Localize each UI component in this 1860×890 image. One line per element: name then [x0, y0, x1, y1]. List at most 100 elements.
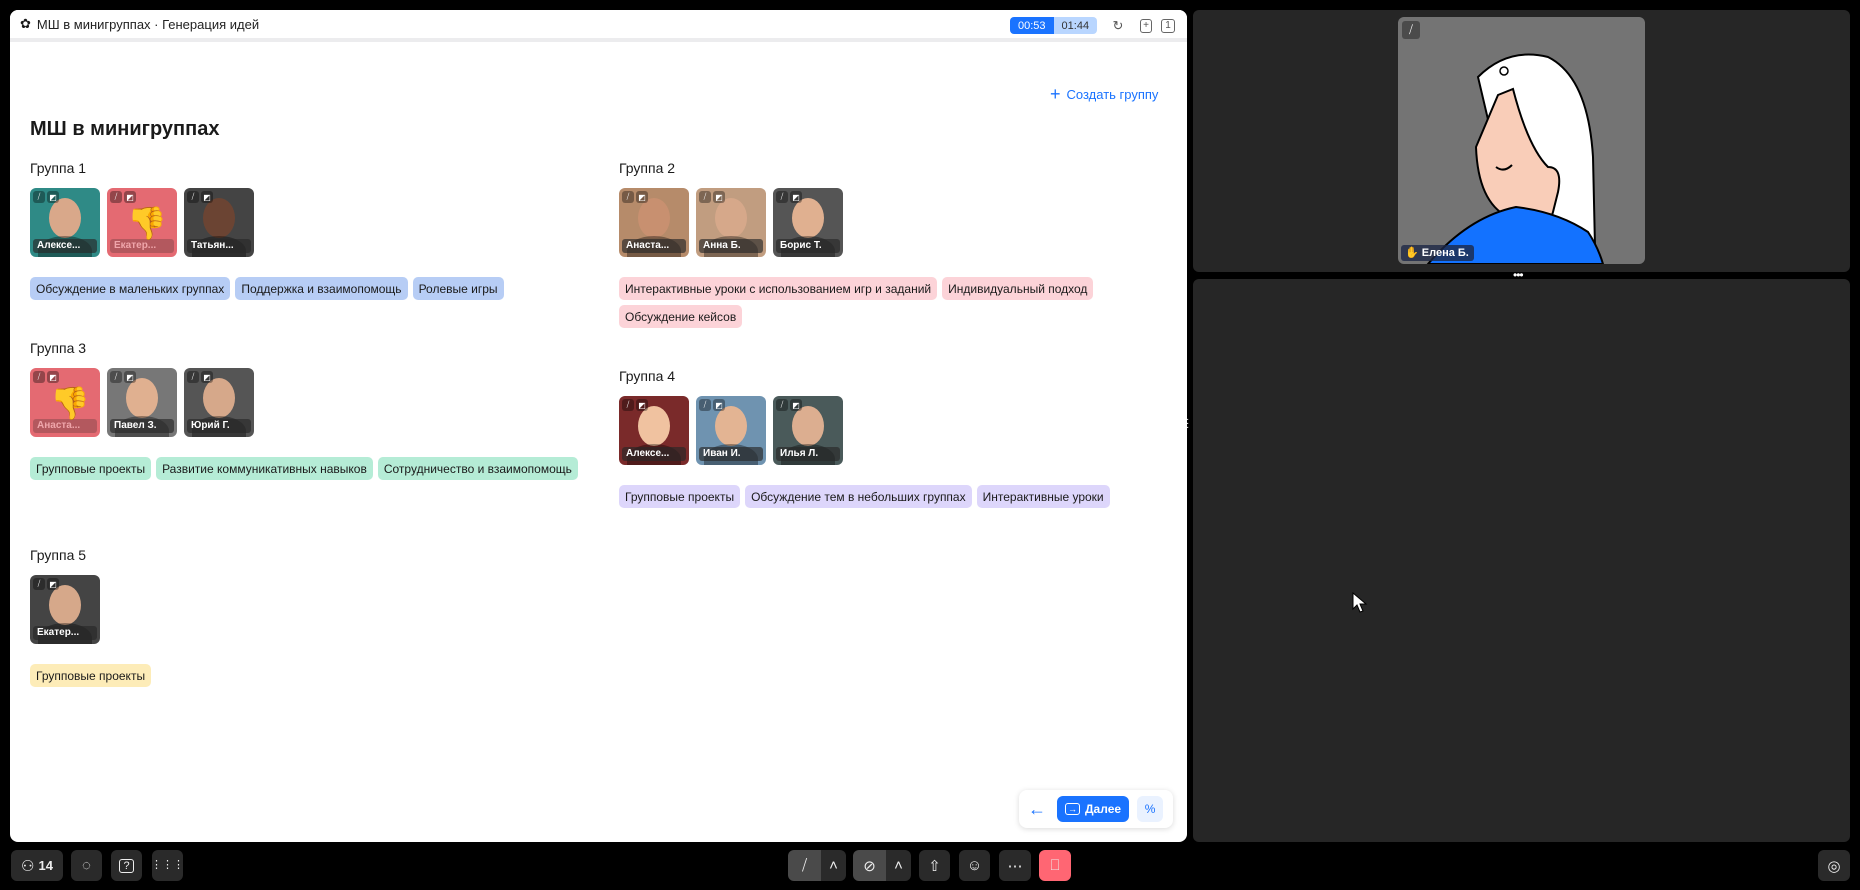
- chat-button[interactable]: ◌: [71, 850, 102, 881]
- video-tile-elena[interactable]: ⧸ ✋ Елена Б.: [1398, 17, 1645, 264]
- more-button[interactable]: ⋯: [999, 850, 1031, 881]
- mic-muted-icon: ⧸: [187, 191, 199, 203]
- group-title: Группа 3: [30, 340, 87, 356]
- participant-tile[interactable]: ⧸ ◩ Алексе...: [30, 188, 100, 257]
- group-4: Группа 4 ⧸ ◩ Алексе... ⧸ ◩ Иван И. ⧸ ◩ Илья Л. Гру…: [619, 368, 1110, 508]
- participant-tile[interactable]: ⧸ ◩ Юрий Г.: [184, 368, 254, 437]
- group-tags: Обсуждение в маленьких группах Поддержка …: [30, 277, 504, 300]
- leave-icon: ⎕: [1050, 857, 1060, 874]
- mic-muted-icon: ⧸: [1402, 21, 1420, 39]
- participant-photo: [203, 198, 235, 238]
- idea-tag[interactable]: Индивидуальный подход: [942, 277, 1094, 300]
- plus-icon: +: [1050, 84, 1061, 104]
- chat-icon: ◌: [82, 857, 91, 874]
- group-members: ⧸ ◩ Алексе... 👎 ⧸ ◩ Екатер... ⧸ ◩ Татьян...: [30, 188, 504, 257]
- camera-off-icon: ◩: [201, 371, 213, 383]
- mic-muted-icon: ⧸: [776, 399, 788, 411]
- mic-options-button[interactable]: ˄: [821, 850, 846, 881]
- participant-tile[interactable]: ⧸ ◩ Илья Л.: [773, 396, 843, 465]
- idea-tag[interactable]: Сотрудничество и взаимопомощь: [377, 457, 578, 480]
- group-tags: Групповые проекты: [30, 664, 152, 687]
- camera-off-icon: ◩: [713, 399, 725, 411]
- participant-tile[interactable]: ⧸ ◩ Алексе...: [619, 396, 689, 465]
- timer-elapsed: 00:53: [1010, 17, 1054, 34]
- participant-tile[interactable]: ⧸ ◩ Павел З.: [107, 368, 177, 437]
- settings-button[interactable]: ◎: [1818, 850, 1850, 881]
- resize-handle-vertical[interactable]: · · ·: [1186, 415, 1189, 433]
- timer: 00:53 01:44: [1010, 17, 1098, 34]
- participants-button[interactable]: ⚇ 14: [11, 850, 63, 881]
- idea-tag[interactable]: Поддержка и взаимопомощь: [235, 277, 408, 300]
- page-title: МШ в минигруппах: [30, 118, 220, 140]
- camera-off-icon: ◩: [790, 191, 802, 203]
- idea-tag[interactable]: Групповые проекты: [30, 664, 152, 687]
- idea-tag[interactable]: Интерактивные уроки с использованием игр…: [619, 277, 938, 300]
- participant-photo: [49, 198, 81, 238]
- reactions-button[interactable]: ☺: [959, 850, 990, 881]
- refresh-icon[interactable]: ↻: [1110, 18, 1126, 34]
- participant-tile[interactable]: ⧸ ◩ Иван И.: [696, 396, 766, 465]
- idea-tag[interactable]: Интерактивные уроки: [976, 485, 1110, 508]
- participant-tile[interactable]: 👎 ⧸ ◩ Екатер...: [107, 188, 177, 257]
- camera-off-icon: ◩: [47, 191, 59, 203]
- help-button[interactable]: ?: [111, 850, 142, 881]
- mic-muted-icon: ⧸: [776, 191, 788, 203]
- camera-off-icon: ◩: [47, 578, 59, 590]
- participant-name: Екатер...: [33, 626, 97, 640]
- participant-tile[interactable]: ⧸ ◩ Борис Т.: [773, 188, 843, 257]
- group-members: ⧸ ◩ Анаста... ⧸ ◩ Анна Б. ⧸ ◩ Борис Т.: [619, 188, 1187, 257]
- add-window-button[interactable]: +: [1138, 18, 1154, 34]
- settings-percent-button[interactable]: %: [1137, 796, 1164, 822]
- idea-tag[interactable]: Обсуждение кейсов: [619, 305, 743, 328]
- camera-off-icon: ◩: [636, 399, 648, 411]
- share-screen-button[interactable]: ⇧: [919, 850, 950, 881]
- brain-icon: ✿: [20, 16, 31, 31]
- create-group-button[interactable]: + Создать группу: [1050, 84, 1158, 105]
- mic-muted-icon: ⧸: [699, 399, 711, 411]
- mic-muted-icon: ⧸: [622, 399, 634, 411]
- participant-tile[interactable]: ⧸ ◩ Татьян...: [184, 188, 254, 257]
- activity-header: ✿ МШ в минигруппах · Генерация идей 00:5…: [10, 10, 1187, 42]
- camera-toggle-button[interactable]: ⊘: [853, 850, 886, 881]
- participant-tile[interactable]: ⧸ ◩ Анна Б.: [696, 188, 766, 257]
- apps-button[interactable]: ⋮⋮⋮: [151, 850, 184, 881]
- idea-tag[interactable]: Групповые проекты: [30, 457, 152, 480]
- participant-name: Анаста...: [33, 419, 97, 433]
- navigation-controls: ← → Далее %: [1019, 790, 1173, 828]
- group-tags: Групповые проекты Обсуждение тем в неболь…: [619, 485, 1110, 508]
- hand-raised-icon: ✋: [1405, 247, 1419, 259]
- participant-name: Борис Т.: [776, 239, 840, 253]
- next-button[interactable]: → Далее: [1057, 796, 1130, 822]
- participant-name: Илья Л.: [776, 447, 840, 461]
- page-count-button[interactable]: 1: [1160, 18, 1176, 34]
- leave-button[interactable]: ⎕: [1039, 850, 1071, 881]
- group-members: ⧸ ◩ Алексе... ⧸ ◩ Иван И. ⧸ ◩ Илья Л.: [619, 396, 1110, 465]
- participant-photo: [715, 198, 747, 238]
- participant-tile[interactable]: ⧸ ◩ Екатер...: [30, 575, 100, 644]
- idea-tag[interactable]: Развитие коммуникативных навыков: [156, 457, 373, 480]
- mic-muted-icon: ⧸: [622, 191, 634, 203]
- group-members: 👎 ⧸ ◩ Анаста... ⧸ ◩ Павел З. ⧸ ◩ Юрий Г.: [30, 368, 578, 437]
- participant-name-text: Елена Б.: [1421, 247, 1469, 259]
- participant-tile[interactable]: 👎 ⧸ ◩ Анаста...: [30, 368, 100, 437]
- camera-off-icon: ◩: [713, 191, 725, 203]
- idea-tag[interactable]: Обсуждение в маленьких группах: [30, 277, 231, 300]
- participant-name: Екатер...: [110, 239, 174, 253]
- avatar-illustration: [1426, 53, 1605, 264]
- mic-toggle-button[interactable]: ⧸: [788, 850, 821, 881]
- camera-options-button[interactable]: ˄: [886, 850, 911, 881]
- back-arrow-button[interactable]: ←: [1025, 799, 1049, 820]
- camera-off-icon: ◩: [636, 191, 648, 203]
- group-tags: Групповые проекты Развитие коммуникативны…: [30, 457, 578, 480]
- idea-tag[interactable]: Ролевые игры: [412, 277, 504, 300]
- group-2: Группа 2 ⧸ ◩ Анаста... ⧸ ◩ Анна Б. ⧸ ◩ Борис Т. Ин…: [619, 160, 1187, 328]
- group-members: ⧸ ◩ Екатер...: [30, 575, 151, 644]
- question-icon: ?: [119, 858, 134, 873]
- participant-name: Анаста...: [622, 239, 686, 253]
- mic-muted-icon: ⧸: [187, 371, 199, 383]
- idea-tag[interactable]: Групповые проекты: [619, 485, 741, 508]
- idea-tag[interactable]: Обсуждение тем в небольших группах: [745, 485, 972, 508]
- participant-tile[interactable]: ⧸ ◩ Анаста...: [619, 188, 689, 257]
- mic-muted-icon: ⧸: [33, 578, 45, 590]
- group-1: Группа 1 ⧸ ◩ Алексе... 👎 ⧸ ◩ Екатер... ⧸ ◩ Татьян.…: [30, 160, 504, 300]
